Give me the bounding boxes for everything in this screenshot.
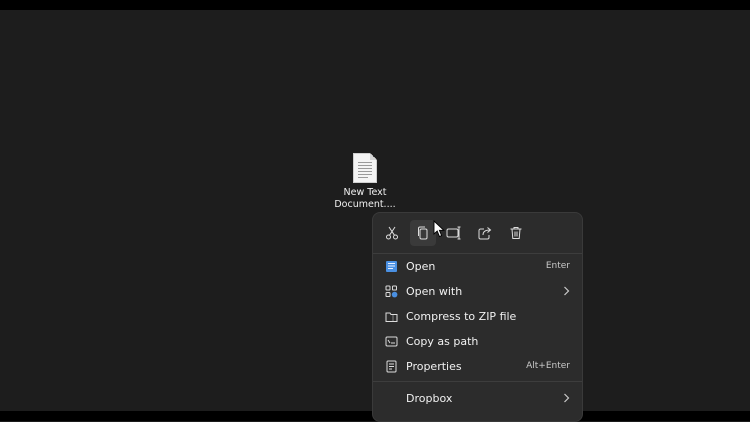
menu-item-properties[interactable]: Properties Alt+Enter bbox=[377, 354, 580, 378]
zip-folder-icon bbox=[384, 309, 398, 323]
text-document-icon bbox=[353, 153, 377, 183]
desktop-file-new-text-document[interactable]: New Text Document.... bbox=[334, 150, 396, 211]
chevron-right-icon bbox=[563, 286, 570, 296]
mouse-pointer-icon bbox=[433, 220, 445, 238]
share-button[interactable] bbox=[472, 220, 498, 246]
menu-item-copy-as-path[interactable]: Copy as path bbox=[377, 329, 580, 353]
dropbox-icon-placeholder bbox=[384, 391, 398, 405]
top-letterbox bbox=[0, 0, 750, 10]
cut-button[interactable] bbox=[379, 220, 405, 246]
context-menu: Open Enter Open with Compress to ZIP fil… bbox=[372, 212, 583, 422]
delete-icon bbox=[510, 227, 522, 239]
cut-icon bbox=[386, 226, 398, 240]
delete-button[interactable] bbox=[503, 220, 529, 246]
menu-item-dropbox[interactable]: Dropbox bbox=[377, 386, 580, 410]
file-name-label: New Text Document.... bbox=[334, 187, 396, 210]
menu-item-open[interactable]: Open Enter bbox=[377, 254, 580, 278]
menu-item-open-with[interactable]: Open with bbox=[377, 279, 580, 303]
open-with-icon bbox=[384, 284, 398, 298]
menu-item-compress-to-zip[interactable]: Compress to ZIP file bbox=[377, 304, 580, 328]
properties-icon bbox=[384, 359, 398, 373]
context-menu-toolbar bbox=[373, 213, 582, 253]
notepad-icon bbox=[384, 259, 398, 273]
chevron-right-icon bbox=[563, 393, 570, 403]
menu-separator bbox=[373, 381, 582, 382]
share-icon bbox=[478, 227, 492, 240]
rename-icon bbox=[446, 226, 461, 240]
copy-path-icon bbox=[384, 334, 398, 348]
copy-icon bbox=[418, 226, 428, 240]
